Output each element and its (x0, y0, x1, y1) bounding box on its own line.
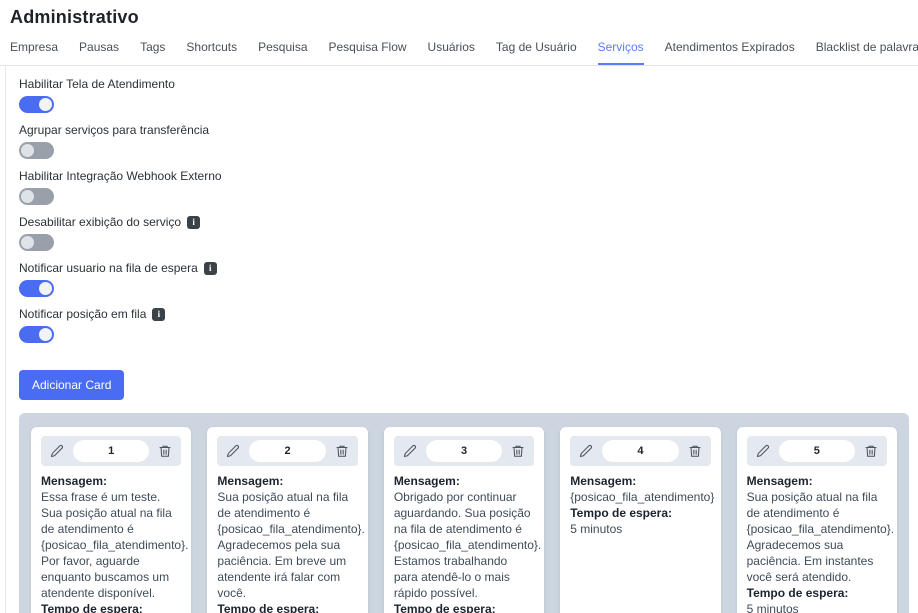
card-toolbar: 3 (394, 436, 534, 466)
tab-pausas[interactable]: Pausas (79, 40, 119, 65)
toggle-knob (39, 282, 52, 295)
pencil-icon[interactable] (578, 443, 594, 459)
tab-pesquisa[interactable]: Pesquisa (258, 40, 307, 65)
toggle-group-webhook-externo: Habilitar Integração Webhook Externo (19, 169, 909, 205)
toggle-knob (21, 190, 34, 203)
card-toolbar: 1 (41, 436, 181, 466)
toggle-group-notificar-fila-espera: Notificar usuario na fila de espera i (19, 261, 909, 297)
pencil-icon[interactable] (755, 443, 771, 459)
add-card-button[interactable]: Adicionar Card (19, 370, 124, 400)
message-text: Essa frase é um teste. Sua posição atual… (41, 489, 181, 601)
pencil-icon[interactable] (225, 443, 241, 459)
cards-container: 1 Mensagem: Essa frase é um teste. Sua p… (19, 413, 909, 613)
message-label: Mensagem: (747, 473, 887, 489)
wait-label: Tempo de espera: (41, 601, 181, 613)
tab-atendimentos-expirados[interactable]: Atendimentos Expirados (665, 40, 795, 65)
tab-servicos[interactable]: Serviços (598, 40, 644, 65)
trash-icon[interactable] (157, 443, 173, 459)
card-4: 4 Mensagem: {posicao_fila_atendimento} T… (560, 427, 720, 613)
tab-shortcuts[interactable]: Shortcuts (186, 40, 237, 65)
toggle-label: Habilitar Tela de Atendimento (19, 77, 175, 91)
wait-label: Tempo de espera: (570, 505, 710, 521)
pencil-icon[interactable] (49, 443, 65, 459)
toggle-group-desabilitar-exibicao: Desabilitar exibição do serviço i (19, 215, 909, 251)
toggle-label: Notificar usuario na fila de espera (19, 261, 198, 275)
toggle-label: Desabilitar exibição do serviço (19, 215, 181, 229)
card-toolbar: 4 (570, 436, 710, 466)
toggle-group-notificar-posicao: Notificar posição em fila i (19, 307, 909, 343)
card-toolbar: 5 (747, 436, 887, 466)
tab-usuarios[interactable]: Usuários (428, 40, 475, 65)
wait-label: Tempo de espera: (747, 585, 887, 601)
toggle-knob (39, 328, 52, 341)
tab-pesquisa-flow[interactable]: Pesquisa Flow (329, 40, 407, 65)
toggle-label: Notificar posição em fila (19, 307, 146, 321)
card-3: 3 Mensagem: Obrigado por continuar aguar… (384, 427, 544, 613)
trash-icon[interactable] (510, 443, 526, 459)
toggle-knob (21, 236, 34, 249)
message-label: Mensagem: (394, 473, 534, 489)
message-label: Mensagem: (570, 473, 710, 489)
tab-tag-de-usuario[interactable]: Tag de Usuário (496, 40, 577, 65)
info-icon[interactable]: i (204, 262, 217, 275)
tab-blacklist-de-palavras[interactable]: Blacklist de palavras (816, 40, 918, 65)
toggle-notificar-posicao[interactable] (19, 326, 54, 343)
toggle-webhook-externo[interactable] (19, 188, 54, 205)
message-label: Mensagem: (217, 473, 357, 489)
tab-bar: Empresa Pausas Tags Shortcuts Pesquisa P… (0, 28, 918, 66)
info-icon[interactable]: i (152, 308, 165, 321)
toggle-label: Agrupar serviços para transferência (19, 123, 209, 137)
servicos-panel: Habilitar Tela de Atendimento Agrupar se… (5, 66, 918, 613)
toggle-knob (21, 144, 34, 157)
toggle-habilitar-tela-atendimento[interactable] (19, 96, 54, 113)
tab-empresa[interactable]: Empresa (10, 40, 58, 65)
tab-tags[interactable]: Tags (140, 40, 165, 65)
toggle-agrupar-servicos[interactable] (19, 142, 54, 159)
message-label: Mensagem: (41, 473, 181, 489)
toggle-group-agrupar-servicos: Agrupar serviços para transferência (19, 123, 909, 159)
message-text: {posicao_fila_atendimento} (570, 489, 710, 505)
wait-value: 5 minutos (747, 601, 887, 613)
toggle-notificar-fila-espera[interactable] (19, 280, 54, 297)
toggle-label: Habilitar Integração Webhook Externo (19, 169, 222, 183)
wait-value: 5 minutos (570, 521, 710, 537)
pencil-icon[interactable] (402, 443, 418, 459)
toggle-desabilitar-exibicao[interactable] (19, 234, 54, 251)
page-title: Administrativo (0, 0, 918, 28)
card-order-input[interactable]: 4 (602, 440, 678, 462)
message-text: Sua posição atual na fila de atendimento… (747, 489, 887, 585)
message-text: Sua posição atual na fila de atendimento… (217, 489, 357, 601)
message-text: Obrigado por continuar aguardando. Sua p… (394, 489, 534, 601)
info-icon[interactable]: i (187, 216, 200, 229)
card-2: 2 Mensagem: Sua posição atual na fila de… (207, 427, 367, 613)
toggle-group-tela-atendimento: Habilitar Tela de Atendimento (19, 77, 909, 113)
card-order-input[interactable]: 1 (73, 440, 149, 462)
card-toolbar: 2 (217, 436, 357, 466)
trash-icon[interactable] (863, 443, 879, 459)
card-5: 5 Mensagem: Sua posição atual na fila de… (737, 427, 897, 613)
card-order-input[interactable]: 5 (779, 440, 855, 462)
card-order-input[interactable]: 2 (249, 440, 325, 462)
wait-label: Tempo de espera: (394, 601, 534, 613)
wait-label: Tempo de espera: (217, 601, 357, 613)
trash-icon[interactable] (334, 443, 350, 459)
card-1: 1 Mensagem: Essa frase é um teste. Sua p… (31, 427, 191, 613)
card-order-input[interactable]: 3 (426, 440, 502, 462)
toggle-knob (39, 98, 52, 111)
trash-icon[interactable] (687, 443, 703, 459)
